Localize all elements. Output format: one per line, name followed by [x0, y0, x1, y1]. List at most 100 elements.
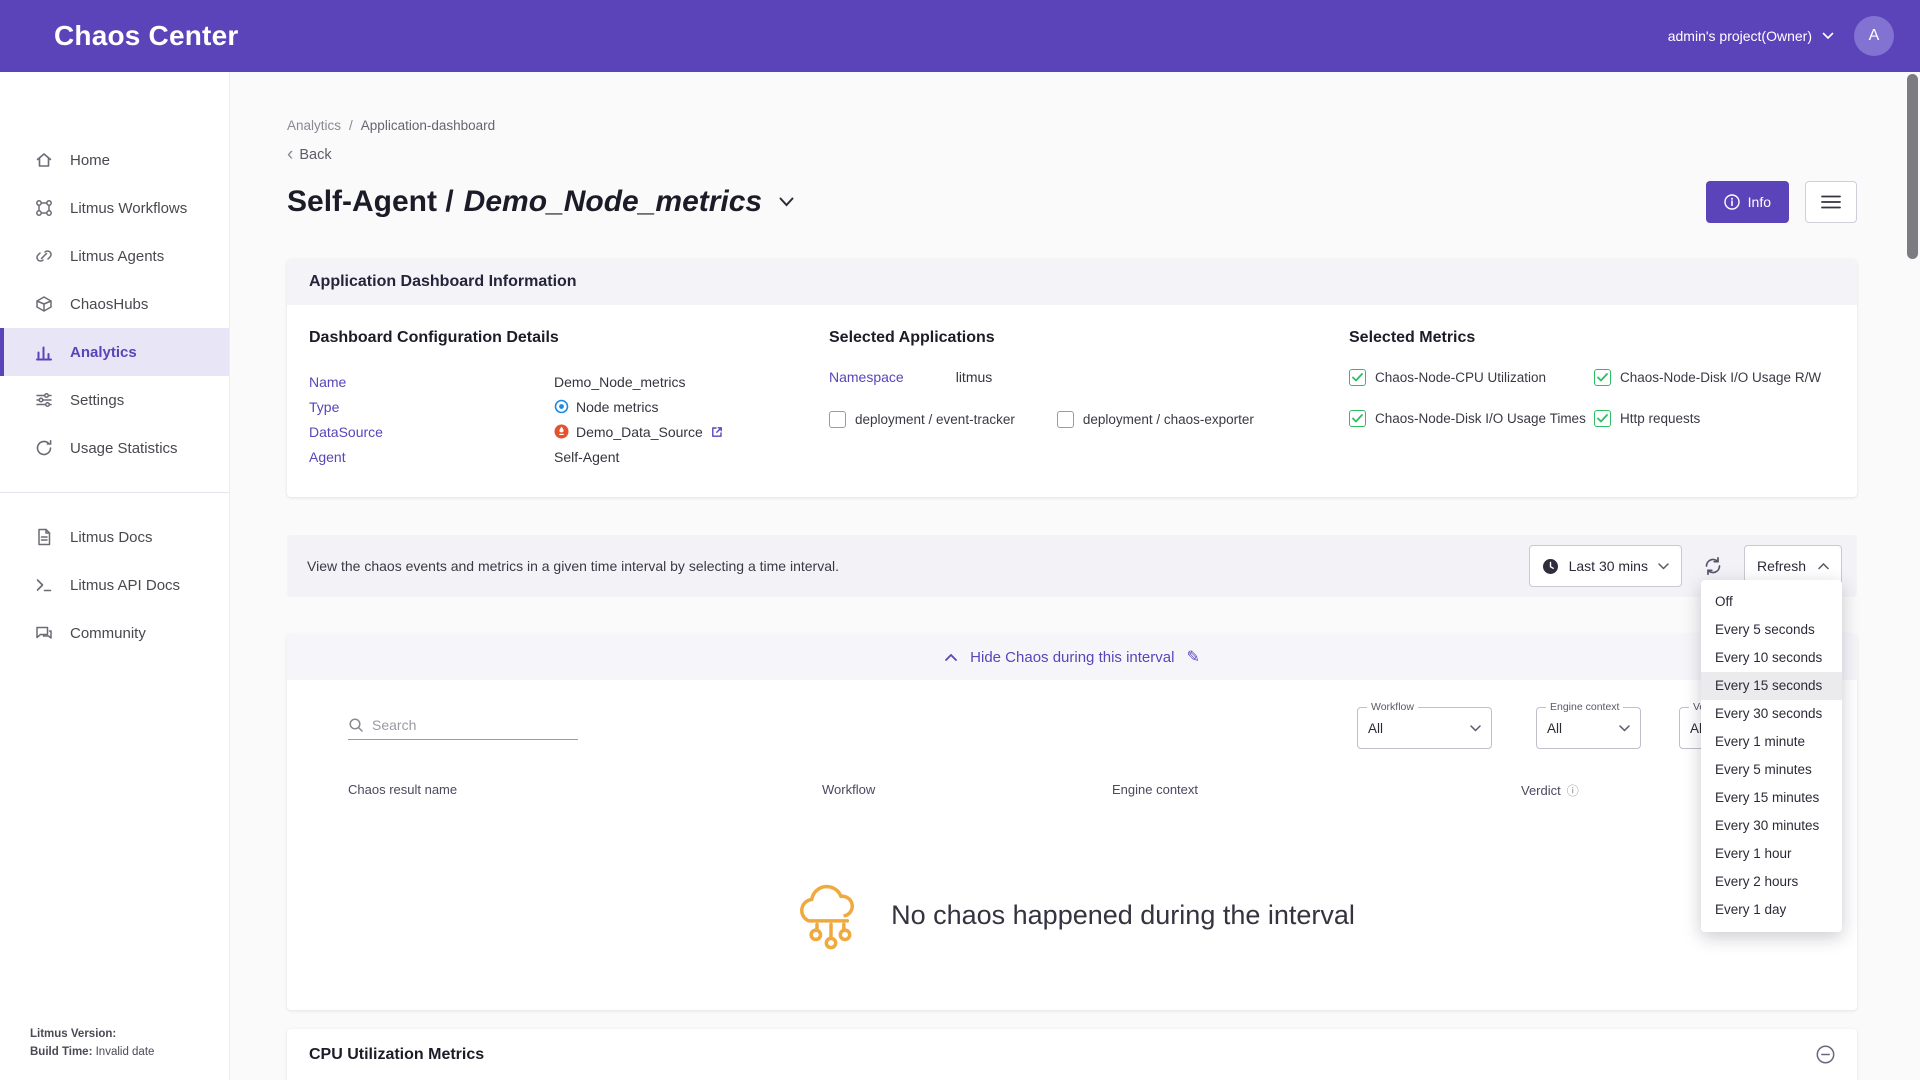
project-name: admin's project(Owner)	[1668, 28, 1812, 44]
info-button[interactable]: Info	[1706, 181, 1789, 223]
checkbox-disk-io-times[interactable]: Chaos-Node-Disk I/O Usage Times	[1349, 410, 1594, 427]
community-icon	[34, 623, 54, 643]
application-checkboxes: deployment / event-tracker deployment / …	[829, 411, 1349, 428]
search-input[interactable]	[372, 717, 578, 733]
checkbox-disk-io-rw[interactable]: Chaos-Node-Disk I/O Usage R/W	[1594, 369, 1835, 386]
sidebar-item-home[interactable]: Home	[0, 136, 229, 184]
refresh-option[interactable]: Every 15 minutes	[1701, 784, 1842, 812]
workflow-filter-select[interactable]: Workflow All	[1357, 707, 1492, 749]
checkbox-checked-icon	[1594, 410, 1611, 427]
sidebar-item-label: Litmus API Docs	[70, 577, 180, 594]
sidebar-item-litmus-api-docs[interactable]: Litmus API Docs	[0, 561, 229, 609]
config-label: Name	[309, 374, 554, 390]
litmus-version-label: Litmus Version:	[30, 1028, 116, 1040]
engine-context-filter-select[interactable]: Engine context All	[1536, 707, 1641, 749]
refresh-option[interactable]: Every 2 hours	[1701, 868, 1842, 896]
namespace-row: Namespace litmus	[829, 369, 1349, 385]
settings-icon	[34, 390, 54, 410]
search-icon	[348, 717, 364, 733]
section-title: Selected Metrics	[1349, 329, 1835, 347]
build-time-value: Invalid date	[92, 1046, 154, 1058]
sidebar-item-usage-statistics[interactable]: Usage Statistics	[0, 424, 229, 472]
breadcrumb-analytics[interactable]: Analytics	[287, 118, 341, 133]
sidebar-item-litmus-workflows[interactable]: Litmus Workflows	[0, 184, 229, 232]
time-range-value: Last 30 mins	[1569, 558, 1648, 574]
refresh-option[interactable]: Every 1 hour	[1701, 840, 1842, 868]
checkbox-http-requests[interactable]: Http requests	[1594, 410, 1835, 427]
config-row-type: Type Node metrics	[309, 394, 829, 419]
config-value: Node metrics	[554, 399, 658, 415]
chevron-down-icon	[1822, 32, 1834, 40]
collapse-minus-icon[interactable]	[1816, 1045, 1835, 1064]
clock-icon	[1542, 558, 1559, 575]
title-row: Self-Agent / Demo_Node_metrics Info	[287, 181, 1857, 223]
chaos-center-page: Chaos Center admin's project(Owner) A Ho…	[0, 0, 1920, 1080]
back-label: Back	[299, 147, 331, 163]
config-value: Self-Agent	[554, 449, 619, 465]
refresh-option-selected[interactable]: Every 15 seconds	[1701, 672, 1842, 700]
back-button[interactable]: ‹ Back	[287, 147, 332, 163]
config-row-datasource: DataSource Demo_Data_Source	[309, 419, 829, 444]
avatar-letter: A	[1869, 27, 1880, 45]
chevron-down-icon	[1619, 725, 1630, 732]
config-value: Demo_Node_metrics	[554, 374, 686, 390]
table-filter-row: Workflow All Engine context All Verdict …	[287, 704, 1857, 752]
home-icon	[34, 150, 54, 170]
verdict-info-icon[interactable]: ⓘ	[1567, 782, 1579, 799]
edit-pencil-icon[interactable]: ✎	[1186, 647, 1199, 667]
avatar[interactable]: A	[1854, 16, 1894, 56]
scrollbar-thumb[interactable]	[1907, 74, 1918, 259]
topbar-right: admin's project(Owner) A	[1668, 16, 1894, 56]
sidebar-item-community[interactable]: Community	[0, 609, 229, 657]
card-header: Application Dashboard Information	[287, 259, 1857, 305]
prometheus-icon	[554, 424, 569, 439]
refresh-option[interactable]: Every 30 minutes	[1701, 812, 1842, 840]
agents-icon	[34, 246, 54, 266]
project-switcher[interactable]: admin's project(Owner)	[1668, 28, 1834, 44]
config-label: Type	[309, 399, 554, 415]
filter-label: Workflow	[1367, 701, 1418, 713]
checkbox-cpu-utilization[interactable]: Chaos-Node-CPU Utilization	[1349, 369, 1594, 386]
filter-value: All	[1547, 721, 1562, 736]
checkbox-event-tracker[interactable]: deployment / event-tracker	[829, 411, 1015, 428]
external-link-icon[interactable]	[710, 425, 724, 439]
dashboard-options-button[interactable]	[1805, 181, 1857, 223]
sidebar-item-label: Community	[70, 625, 146, 642]
table-header-row: Chaos result name Workflow Engine contex…	[287, 782, 1857, 799]
sidebar-divider	[0, 492, 229, 493]
workflows-icon	[34, 198, 54, 218]
cpu-utilization-card: CPU Utilization Metrics	[287, 1029, 1857, 1080]
config-value: Demo_Data_Source	[554, 424, 724, 440]
sidebar-item-chaoshubs[interactable]: ChaosHubs	[0, 280, 229, 328]
refresh-option[interactable]: Every 30 seconds	[1701, 700, 1842, 728]
dashboard-name: Demo_Node_metrics	[464, 185, 762, 219]
refresh-select-value: Refresh	[1757, 558, 1806, 574]
sidebar-item-litmus-docs[interactable]: Litmus Docs	[0, 513, 229, 561]
hide-chaos-toggle[interactable]: Hide Chaos during this interval	[970, 649, 1174, 666]
sidebar-item-litmus-agents[interactable]: Litmus Agents	[0, 232, 229, 280]
refresh-now-button[interactable]	[1698, 551, 1728, 581]
sidebar-item-analytics[interactable]: Analytics	[0, 328, 229, 376]
refresh-option[interactable]: Every 1 day	[1701, 896, 1842, 924]
info-icon	[1724, 194, 1740, 210]
refresh-option[interactable]: Every 1 minute	[1701, 728, 1842, 756]
chaoshubs-icon	[34, 294, 54, 314]
sidebar-item-settings[interactable]: Settings	[0, 376, 229, 424]
column-chaos-result-name: Chaos result name	[348, 782, 822, 799]
sidebar: Home Litmus Workflows Litmus Agents Chao…	[0, 72, 230, 1080]
agent-name: Self-Agent /	[287, 185, 454, 219]
title-actions: Info	[1706, 181, 1857, 223]
refresh-option[interactable]: Off	[1701, 588, 1842, 616]
dashboard-switcher-chevron-icon[interactable]	[778, 196, 795, 208]
collapse-chevron-up-icon[interactable]	[944, 653, 958, 662]
breadcrumb-application-dashboard: Application-dashboard	[361, 118, 495, 133]
chaos-cloud-icon	[789, 876, 873, 954]
time-range-select[interactable]: Last 30 mins	[1529, 545, 1682, 587]
chevron-down-icon	[1658, 563, 1669, 570]
refresh-option[interactable]: Every 5 minutes	[1701, 756, 1842, 784]
checkbox-unchecked-icon	[1057, 411, 1074, 428]
checkbox-chaos-exporter[interactable]: deployment / chaos-exporter	[1057, 411, 1254, 428]
hamburger-icon	[1821, 195, 1841, 209]
refresh-option[interactable]: Every 10 seconds	[1701, 644, 1842, 672]
refresh-option[interactable]: Every 5 seconds	[1701, 616, 1842, 644]
